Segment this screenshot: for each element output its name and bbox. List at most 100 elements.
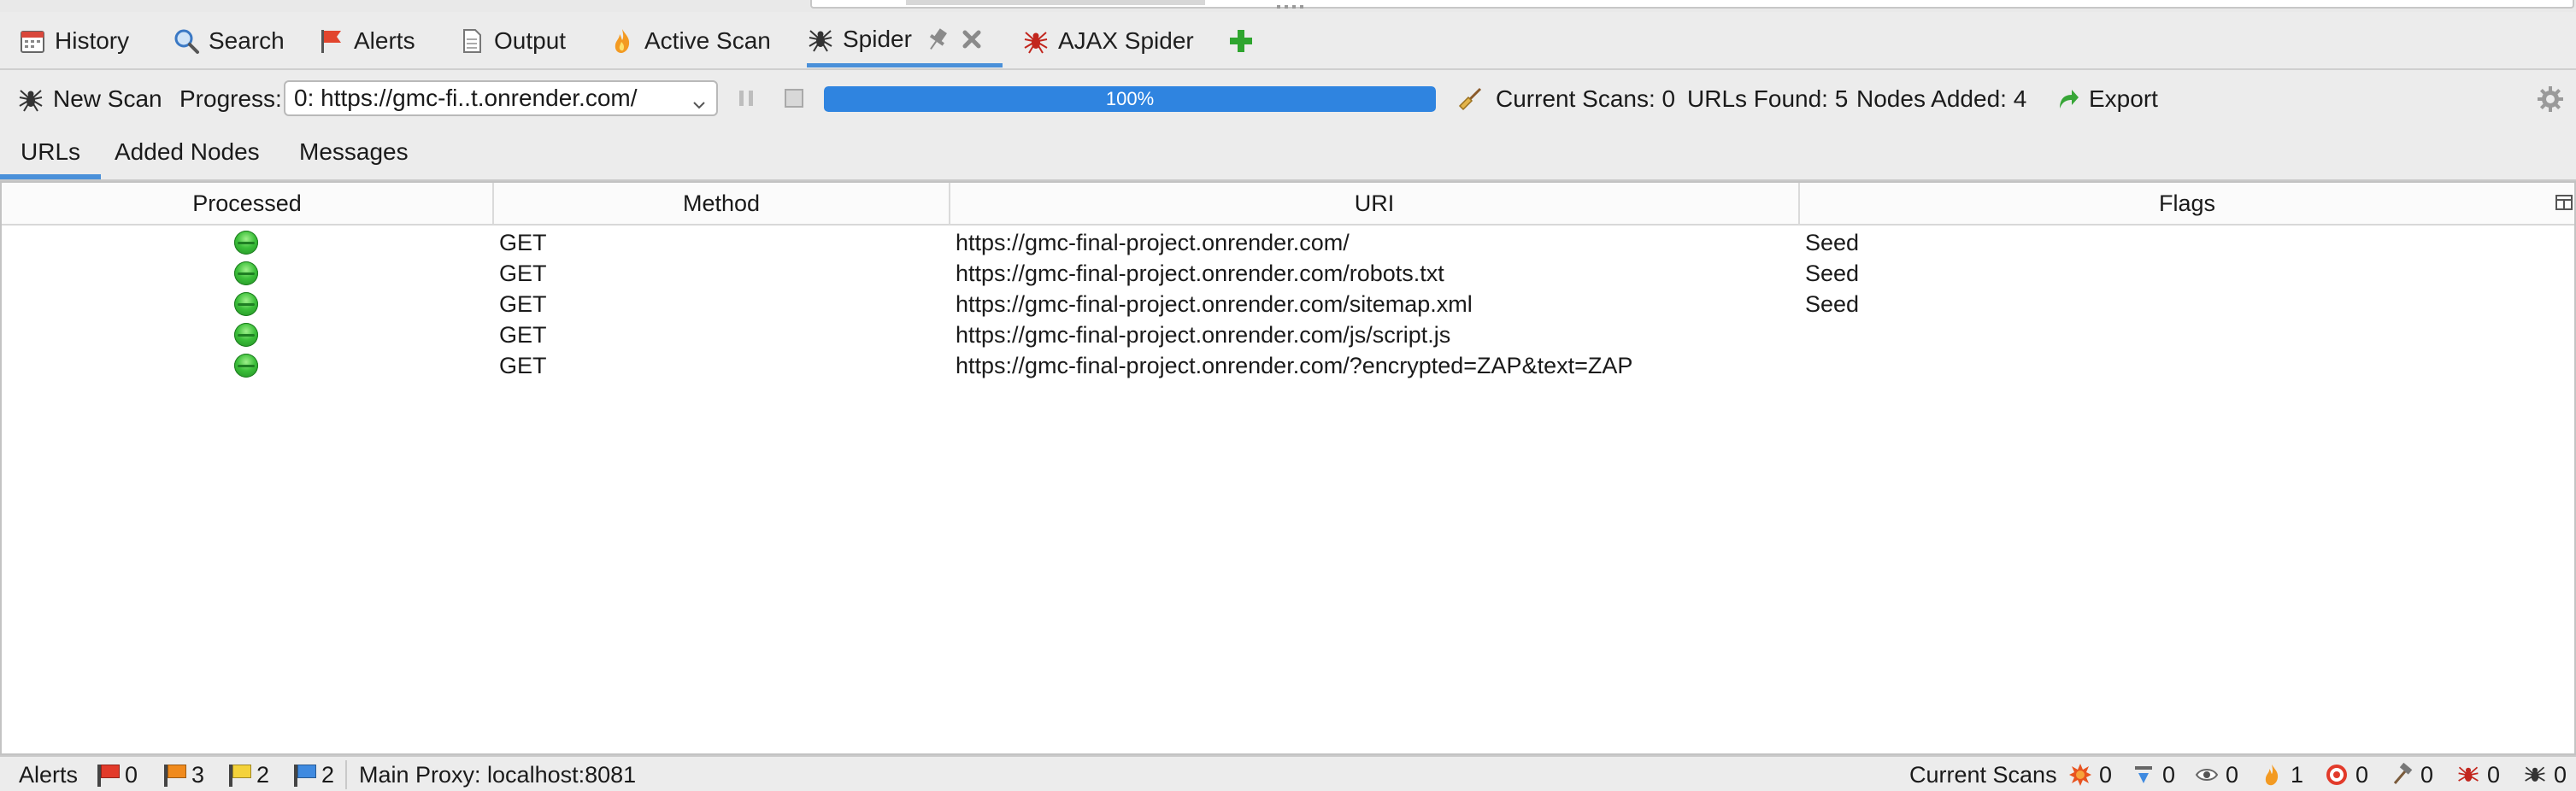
stop-button[interactable] — [785, 89, 803, 108]
result-tabs: URLs Added Nodes Messages — [0, 130, 2576, 181]
yellow-flag-icon — [226, 763, 251, 787]
table-row[interactable]: GET https://gmc-final-project.onrender.c… — [2, 350, 2574, 381]
alert-count-value: 2 — [256, 761, 270, 788]
column-header-method[interactable]: Method — [494, 183, 950, 224]
export-label: Export — [2089, 85, 2158, 112]
scan-count-value: 0 — [2226, 761, 2239, 788]
column-header-processed[interactable]: Processed — [2, 183, 494, 224]
column-selector-icon[interactable] — [2555, 195, 2573, 210]
progress-label: Progress: — [179, 85, 282, 112]
tab-spider[interactable]: Spider — [807, 15, 1003, 67]
tab-active-scan[interactable]: Active Scan — [609, 15, 771, 67]
table-row[interactable]: GET https://gmc-final-project.onrender.c… — [2, 289, 2574, 319]
scan-count-value: 0 — [2162, 761, 2176, 788]
table-row[interactable]: GET https://gmc-final-project.onrender.c… — [2, 227, 2574, 258]
split-pane-grip[interactable] — [1277, 5, 1306, 9]
tab-urls-label: URLs — [21, 138, 81, 165]
tab-urls[interactable]: URLs — [0, 130, 102, 179]
row-method: GET — [499, 230, 547, 255]
row-method: GET — [499, 322, 547, 348]
status-bar: Alerts 0 3 2 2 Main Proxy: localhost:808… — [0, 755, 2576, 791]
scan-count-active[interactable]: 1 — [2260, 760, 2303, 789]
pause-icon — [739, 91, 753, 106]
tab-search[interactable]: Search — [173, 15, 285, 67]
row-method: GET — [499, 353, 547, 378]
nodes-added-count: Nodes Added: 4 — [1856, 85, 2027, 112]
tab-history[interactable]: History — [19, 15, 129, 67]
row-uri: https://gmc-final-project.onrender.com/ — [956, 230, 1350, 255]
document-icon — [458, 27, 485, 55]
pause-button[interactable] — [737, 89, 756, 108]
scan-count-spider[interactable]: 0 — [2523, 760, 2567, 789]
pin-icon[interactable] — [924, 26, 951, 53]
flame-icon — [609, 27, 636, 55]
scan-count-ajax-spider[interactable]: 0 — [2456, 760, 2500, 789]
row-uri: https://gmc-final-project.onrender.com/?… — [956, 353, 1633, 378]
close-icon[interactable] — [958, 26, 985, 53]
tab-alerts[interactable]: Alerts — [318, 15, 415, 67]
processed-status-icon — [234, 292, 258, 316]
zap-spider-panel: History Search Alerts Output Active Scan — [0, 0, 2576, 791]
upper-pane-frame — [810, 0, 2574, 9]
row-flags: Seed — [1805, 261, 1860, 286]
scan-progress-bar: 100% — [824, 86, 1436, 112]
row-uri: https://gmc-final-project.onrender.com/r… — [956, 261, 1444, 286]
magnifier-icon — [173, 27, 200, 55]
table-row[interactable]: GET https://gmc-final-project.onrender.c… — [2, 319, 2574, 350]
tab-bar: History Search Alerts Output Active Scan — [0, 15, 2576, 70]
column-header-uri[interactable]: URI — [950, 183, 1800, 224]
processed-status-icon — [234, 231, 258, 255]
current-scans-count: Current Scans: 0 — [1496, 85, 1676, 112]
burst-icon — [2068, 763, 2092, 787]
tab-history-label: History — [55, 27, 130, 54]
clear-button[interactable] — [1456, 72, 1484, 126]
alert-count-medium[interactable]: 3 — [161, 760, 204, 789]
scan-count-fuzz[interactable]: 0 — [2390, 760, 2433, 789]
column-header-flags[interactable]: Flags — [1800, 183, 2574, 224]
spider-icon — [807, 26, 834, 53]
row-method: GET — [499, 261, 547, 286]
scan-count-target[interactable]: 0 — [2325, 760, 2368, 789]
scan-select[interactable]: 0: https://gmc-fi..t.onrender.com/ — [284, 80, 718, 116]
target-icon — [2325, 763, 2349, 787]
plus-icon — [1227, 27, 1255, 55]
alert-count-info[interactable]: 2 — [291, 760, 334, 789]
scan-count-value: 1 — [2291, 761, 2304, 788]
tab-ajax-spider[interactable]: AJAX Spider — [1022, 15, 1194, 67]
processed-status-icon — [234, 354, 258, 378]
tab-added-nodes[interactable]: Added Nodes — [115, 130, 260, 174]
export-button[interactable]: Export — [2055, 72, 2158, 126]
new-scan-label: New Scan — [53, 85, 162, 112]
stop-icon — [785, 89, 803, 108]
scan-select-value: 0: https://gmc-fi..t.onrender.com/ — [294, 85, 638, 111]
orange-flag-icon — [161, 763, 186, 787]
tab-messages[interactable]: Messages — [299, 130, 409, 174]
upper-pane-edge — [0, 0, 2576, 12]
spider-icon — [17, 85, 44, 113]
add-tab-button[interactable] — [1227, 15, 1263, 67]
scan-count-passive[interactable]: 0 — [2195, 760, 2238, 789]
table-row[interactable]: GET https://gmc-final-project.onrender.c… — [2, 258, 2574, 289]
broom-icon — [1456, 85, 1484, 113]
download-icon — [2132, 763, 2155, 787]
row-method: GET — [499, 291, 547, 317]
alert-count-high[interactable]: 0 — [94, 760, 138, 789]
red-flag-icon — [94, 763, 120, 787]
red-spider-icon — [2456, 763, 2480, 787]
new-scan-button[interactable]: New Scan — [17, 72, 162, 126]
row-flags: Seed — [1805, 230, 1860, 255]
alert-count-low[interactable]: 2 — [226, 760, 269, 789]
red-spider-icon — [1022, 27, 1050, 55]
progress-text: 100% — [1105, 88, 1155, 109]
scan-count-download[interactable]: 0 — [2132, 760, 2175, 789]
scan-count-value: 0 — [2554, 761, 2567, 788]
scan-count-value: 0 — [2355, 761, 2369, 788]
options-button[interactable] — [2537, 72, 2564, 126]
processed-status-icon — [234, 323, 258, 347]
alert-count-value: 2 — [321, 761, 335, 788]
main-proxy-status: Main Proxy: localhost:8081 — [345, 760, 636, 789]
tab-output[interactable]: Output — [458, 15, 566, 67]
urls-table: Processed Method URI Flags GET https://g… — [0, 181, 2576, 755]
scan-count-value: 0 — [2487, 761, 2501, 788]
scan-count-burst[interactable]: 0 — [2068, 760, 2112, 789]
